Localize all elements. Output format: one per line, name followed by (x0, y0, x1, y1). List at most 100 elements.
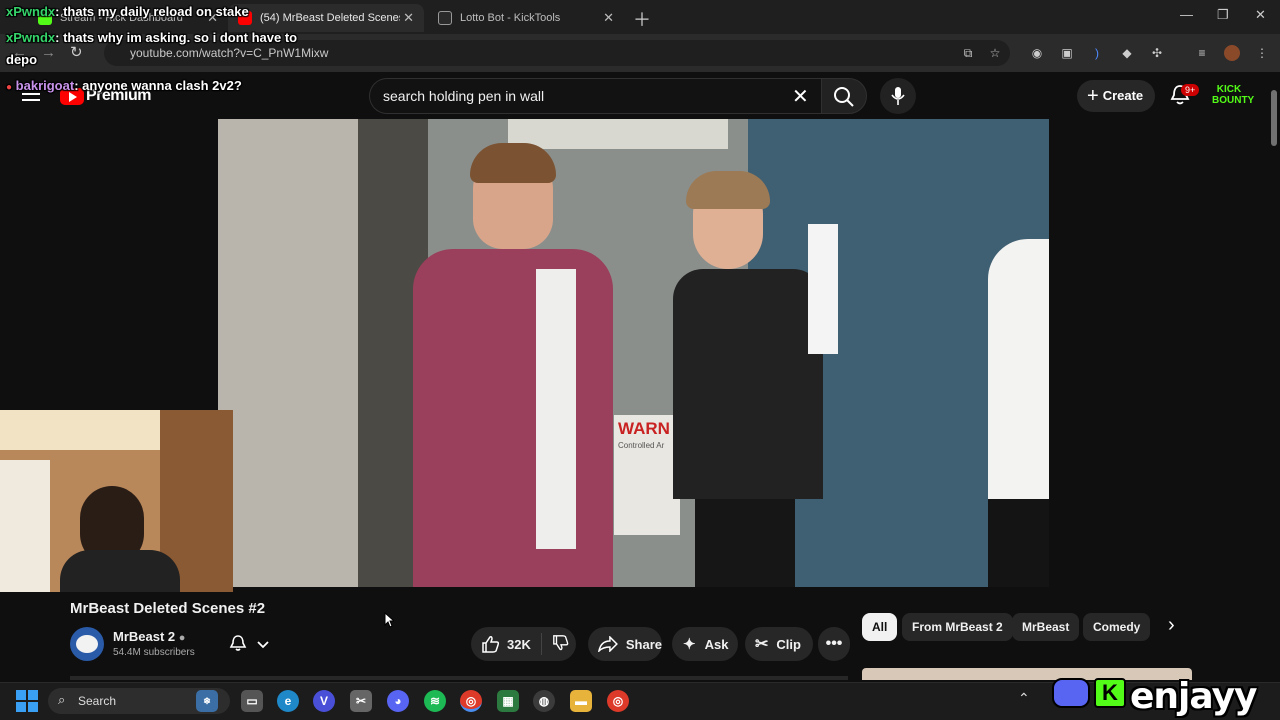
more-actions-button[interactable]: ••• (818, 627, 850, 661)
notification-count-badge: 9+ (1181, 84, 1200, 96)
task-view-icon[interactable]: ▭ (241, 690, 263, 712)
person-2-hair (686, 171, 770, 209)
vpn-app-icon[interactable]: V (313, 690, 335, 712)
forward-icon[interactable]: → (41, 44, 70, 61)
verified-icon: ● (178, 632, 186, 644)
channel-avatar[interactable] (70, 627, 104, 661)
dislike-button[interactable] (552, 634, 570, 655)
extension-audio-icon[interactable]: ) (1089, 45, 1105, 61)
chat-message: xPwndx: thats my daily reload on stake (6, 4, 249, 19)
discord-logo-icon (1052, 678, 1090, 708)
chip-from-mrbeast-2[interactable]: From MrBeast 2 (902, 613, 1013, 641)
description-box[interactable] (70, 676, 848, 680)
like-dislike-group: 32K (471, 627, 576, 661)
file-explorer-icon[interactable]: ▬ (570, 690, 592, 712)
tab-label: (54) MrBeast Deleted Scenes #2 (260, 12, 400, 24)
chrome-profile-icon[interactable]: ◎ (607, 690, 629, 712)
clip-label: Clip (776, 636, 801, 652)
chat-badge-icon: ● (6, 82, 13, 93)
chat-message: depo (6, 52, 38, 67)
voice-search-button[interactable] (880, 78, 916, 114)
install-app-icon[interactable]: ⧉ (960, 45, 976, 61)
ask-button[interactable]: ✦ Ask (672, 627, 738, 661)
video-player[interactable]: WARN Controlled Ar (218, 119, 1049, 587)
close-icon[interactable]: ✕ (403, 10, 414, 26)
search-button[interactable] (821, 78, 867, 114)
mouse-cursor-icon (384, 611, 396, 633)
webcam-overlay (0, 410, 233, 592)
person-2-pants (695, 499, 795, 587)
reload-icon[interactable]: ↻ (70, 44, 97, 61)
streamer-watermark: enjayy (1130, 676, 1258, 717)
share-icon (598, 636, 618, 652)
calculator-icon[interactable]: ▦ (497, 690, 519, 712)
channel-name[interactable]: MrBeast 2 ● (113, 629, 185, 644)
share-label: Share (625, 636, 662, 652)
page-scrollbar[interactable] (1268, 72, 1280, 684)
browser-menu-icon[interactable]: ⋮ (1254, 45, 1270, 61)
person-1-shirt (413, 249, 613, 587)
profile-avatar[interactable] (1224, 45, 1240, 61)
video-title: MrBeast Deleted Scenes #2 (70, 600, 266, 617)
obs-studio-icon[interactable]: ◍ (533, 690, 555, 712)
create-button[interactable]: + Create (1077, 80, 1155, 112)
webcam-door (0, 460, 50, 592)
extension-diamond-icon[interactable]: ◆ (1119, 45, 1135, 61)
url-text[interactable]: youtube.com/watch?v=C_PnW1Mixw (130, 46, 328, 60)
kicktools-favicon-icon (438, 11, 452, 25)
kick-bounty-avatar[interactable]: KICK BOUNTY (1212, 84, 1254, 108)
snipping-tool-icon[interactable]: ✂ (350, 690, 372, 712)
like-button[interactable]: 32K (471, 635, 531, 653)
bookmark-star-icon[interactable]: ☆ (987, 45, 1003, 61)
chat-message: ● bakrigoat: anyone wanna clash 2v2? (6, 78, 242, 93)
person-3-pants (988, 499, 1049, 587)
extension-eyes-icon[interactable]: ◉ (1029, 45, 1045, 61)
thumbs-up-icon (482, 636, 500, 653)
kick-logo-icon: K (1094, 678, 1126, 708)
extensions-puzzle-icon[interactable]: ✣ (1149, 45, 1165, 61)
chip-mrbeast[interactable]: MrBeast (1012, 613, 1080, 641)
chrome-active-icon[interactable]: ◎ (460, 690, 482, 712)
person-3-shirt (988, 239, 1049, 519)
spotify-icon[interactable]: ≋ (424, 690, 446, 712)
share-button[interactable]: Share (588, 627, 662, 661)
windows-start-icon[interactable] (16, 690, 38, 712)
sparkle-icon: ✦ (683, 636, 696, 653)
edge-browser-icon[interactable]: e (277, 690, 299, 712)
chat-message: xPwndx: thats why im asking. so i dont h… (6, 30, 298, 45)
chip-all[interactable]: All (862, 613, 898, 641)
discord-taskbar-icon[interactable]: ◕ (387, 690, 409, 712)
thumbs-down-icon (552, 634, 569, 650)
taskbar-search-label[interactable]: Search (78, 694, 116, 708)
person-1-hair (470, 143, 556, 183)
subscriber-count: 54.4M subscribers (113, 647, 195, 658)
close-window-icon[interactable]: ✕ (1255, 7, 1266, 23)
close-icon[interactable]: ✕ (603, 10, 614, 26)
minimize-icon[interactable]: — (1180, 7, 1193, 22)
media-controls-icon[interactable]: ≡ (1194, 45, 1210, 61)
chip-comedy[interactable]: Comedy (1083, 613, 1151, 641)
search-input-value[interactable]: search holding pen in wall (383, 88, 544, 104)
scissors-icon: ✂ (755, 636, 769, 653)
warning-sign: WARN Controlled Ar (614, 415, 680, 535)
subscription-bell-button[interactable] (220, 627, 284, 661)
extension-image-icon[interactable]: ▣ (1059, 45, 1075, 61)
search-icon (834, 87, 854, 107)
search-highlight-icon[interactable]: ❄ (196, 690, 218, 712)
tab-lotto-bot[interactable]: Lotto Bot - KickTools ✕ (428, 4, 624, 32)
system-tray-chevron-icon[interactable]: ⌃ (1018, 690, 1030, 707)
plus-icon: + (1087, 85, 1099, 107)
person-2-arm (808, 224, 838, 354)
scrollbar-thumb[interactable] (1271, 90, 1277, 146)
clip-button[interactable]: ✂ Clip (745, 627, 813, 661)
restore-icon[interactable]: ❐ (1217, 7, 1229, 23)
streamer-body (60, 550, 180, 592)
chevron-right-icon[interactable]: › (1168, 614, 1175, 637)
tab-youtube-video[interactable]: (54) MrBeast Deleted Scenes #2 ✕ (228, 4, 424, 32)
more-horiz-icon: ••• (825, 635, 843, 652)
like-count: 32K (507, 636, 531, 652)
microphone-icon (891, 87, 905, 105)
clear-search-icon[interactable]: ✕ (792, 84, 809, 109)
warning-sign-subtext: Controlled Ar (618, 441, 665, 450)
new-tab-icon[interactable]: ＋ (633, 6, 651, 32)
